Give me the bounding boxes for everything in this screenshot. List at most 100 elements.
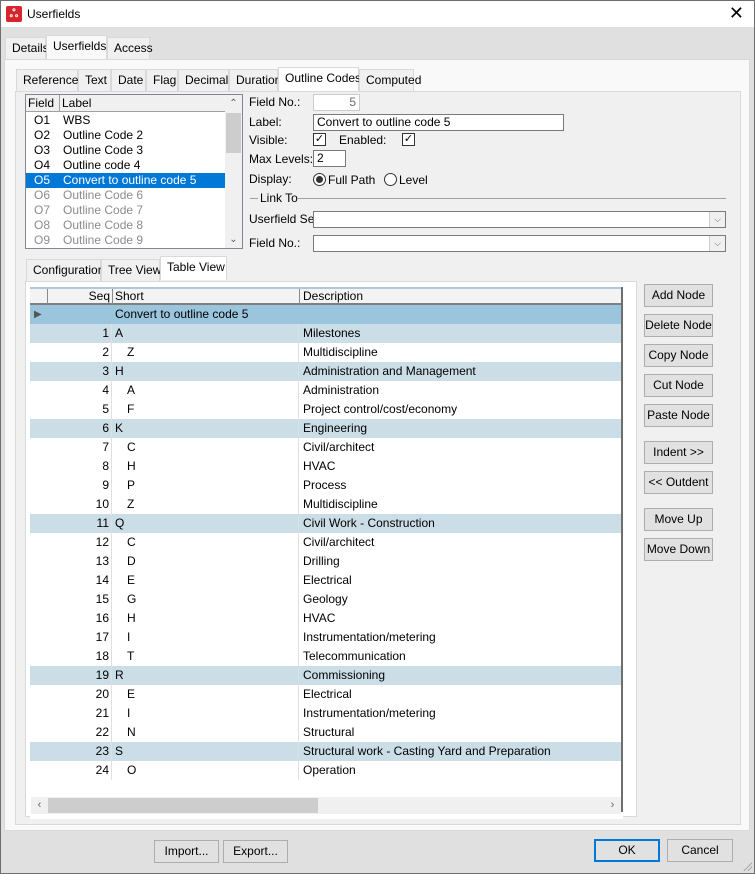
- table-row[interactable]: 13 D Drilling: [30, 552, 623, 571]
- field-list-item[interactable]: O6 Outline Code 6: [26, 188, 226, 203]
- enabled-checkbox[interactable]: ✓: [402, 133, 415, 146]
- tab-details[interactable]: Details: [5, 37, 49, 59]
- table-row[interactable]: 24 O Operation: [30, 761, 623, 780]
- tab-table-view[interactable]: Table View: [160, 256, 227, 280]
- tab-outline-codes[interactable]: Outline Codes: [278, 67, 361, 91]
- move-down-button[interactable]: Move Down: [644, 538, 713, 561]
- root-row[interactable]: ▶ Convert to outline code 5: [30, 305, 623, 324]
- table-row[interactable]: 18 T Telecommunication: [30, 647, 623, 666]
- outdent-button[interactable]: << Outdent: [644, 471, 713, 494]
- enabled-label: Enabled:: [339, 133, 387, 147]
- tab-userfields[interactable]: Userfields: [46, 35, 107, 59]
- tab-computed[interactable]: Computed: [359, 69, 421, 91]
- table-row[interactable]: 19 R Commissioning: [30, 666, 623, 685]
- scroll-thumb[interactable]: [226, 113, 241, 153]
- seq-cell: 21: [30, 704, 112, 723]
- short-cell: E: [113, 571, 299, 590]
- field-list-item[interactable]: O7 Outline Code 7: [26, 203, 226, 218]
- table-horizontal-scrollbar[interactable]: ‹ ›: [31, 797, 621, 814]
- cancel-button[interactable]: Cancel: [667, 839, 733, 862]
- field-list-item[interactable]: O2 Outline Code 2: [26, 128, 226, 143]
- short-cell: H: [113, 457, 299, 476]
- scroll-right-icon[interactable]: ›: [604, 797, 621, 814]
- field-column-header[interactable]: Field: [26, 95, 60, 112]
- tab-reference[interactable]: Reference: [16, 69, 78, 91]
- tab-decimal[interactable]: Decimal: [178, 69, 229, 91]
- scroll-thumb[interactable]: [48, 798, 318, 813]
- add-node-button[interactable]: Add Node: [644, 284, 713, 307]
- table-row[interactable]: 7 C Civil/architect: [30, 438, 623, 457]
- chevron-down-icon[interactable]: ⌵: [709, 212, 725, 227]
- table-row[interactable]: 15 G Geology: [30, 590, 623, 609]
- table-row[interactable]: 20 E Electrical: [30, 685, 623, 704]
- tab-flag[interactable]: Flag: [146, 69, 178, 91]
- field-list-item[interactable]: O4 Outline code 4: [26, 158, 226, 173]
- field-list-item[interactable]: O9 Outline Code 9: [26, 233, 226, 248]
- table-row[interactable]: 23 S Structural work - Casting Yard and Pr…: [30, 742, 623, 761]
- field-list[interactable]: Field Label O1 WBS O2 Outline Code 2 O3 Outli…: [25, 94, 243, 249]
- tab-duration[interactable]: Duration: [229, 69, 281, 91]
- paste-node-button[interactable]: Paste Node: [644, 404, 713, 427]
- copy-node-button[interactable]: Copy Node: [644, 344, 713, 367]
- close-icon[interactable]: ✕: [729, 4, 744, 22]
- indent-button[interactable]: Indent >>: [644, 441, 713, 464]
- cut-node-button[interactable]: Cut Node: [644, 374, 713, 397]
- table-row[interactable]: 22 N Structural: [30, 723, 623, 742]
- tab-text[interactable]: Text: [78, 69, 111, 91]
- seq-cell: 23: [30, 742, 112, 761]
- table-row[interactable]: 4 A Administration: [30, 381, 623, 400]
- display-level-radio[interactable]: [384, 173, 397, 186]
- seq-cell: 24: [30, 761, 112, 780]
- ok-button[interactable]: OK: [594, 839, 660, 862]
- table-row[interactable]: 3 H Administration and Management: [30, 362, 623, 381]
- resize-grip-icon[interactable]: [742, 861, 752, 871]
- import-button[interactable]: Import...: [154, 840, 219, 863]
- table-row[interactable]: 9 P Process: [30, 476, 623, 495]
- label-input[interactable]: Convert to outline code 5: [313, 114, 564, 131]
- table-row[interactable]: 8 H HVAC: [30, 457, 623, 476]
- delete-node-button[interactable]: Delete Node: [644, 314, 713, 337]
- seq-column-header[interactable]: Seq: [48, 289, 113, 304]
- field-list-item[interactable]: O1 WBS: [26, 113, 226, 128]
- move-up-button[interactable]: Move Up: [644, 508, 713, 531]
- table-row[interactable]: 21 I Instrumentation/metering: [30, 704, 623, 723]
- tab-tree-view[interactable]: Tree View: [101, 259, 161, 281]
- display-full-path-radio[interactable]: [313, 173, 326, 186]
- tab-configuration[interactable]: Configuration: [26, 259, 104, 281]
- link-to-group-label: Link To: [260, 191, 298, 205]
- description-column-header[interactable]: Description: [300, 289, 623, 304]
- root-label: Convert to outline code 5: [115, 307, 249, 321]
- tab-date[interactable]: Date: [111, 69, 146, 91]
- short-column-header[interactable]: Short: [113, 289, 300, 304]
- scroll-up-icon[interactable]: ⌃: [225, 95, 242, 112]
- field-list-item[interactable]: O3 Outline Code 3: [26, 143, 226, 158]
- export-button[interactable]: Export...: [223, 840, 288, 863]
- table-row[interactable]: 2 Z Multidiscipline: [30, 343, 623, 362]
- max-levels-input[interactable]: 2: [313, 150, 346, 167]
- field-list-item[interactable]: O8 Outline Code 8: [26, 218, 226, 233]
- field-list-item[interactable]: O5 Convert to outline code 5: [26, 173, 226, 188]
- userfield-set-dropdown[interactable]: ⌵: [313, 211, 726, 228]
- visible-checkbox[interactable]: ✓: [313, 133, 326, 146]
- field-code: O4: [34, 158, 51, 172]
- field-code: O5: [34, 173, 51, 187]
- table-row[interactable]: 17 I Instrumentation/metering: [30, 628, 623, 647]
- seq-cell: 20: [30, 685, 112, 704]
- table-row[interactable]: 5 F Project control/cost/economy: [30, 400, 623, 419]
- field-list-scrollbar[interactable]: ⌃ ⌄: [225, 95, 242, 248]
- table-row[interactable]: 10 Z Multidiscipline: [30, 495, 623, 514]
- table-row[interactable]: 1 A Milestones: [30, 324, 623, 343]
- scroll-down-icon[interactable]: ⌄: [225, 231, 242, 248]
- chevron-down-icon[interactable]: ⌵: [709, 236, 725, 251]
- scroll-left-icon[interactable]: ‹: [31, 797, 48, 814]
- table-row[interactable]: 16 H HVAC: [30, 609, 623, 628]
- label-column-header[interactable]: Label: [60, 95, 226, 112]
- tab-access[interactable]: Access: [107, 37, 153, 59]
- table-row[interactable]: 11 Q Civil Work - Construction: [30, 514, 623, 533]
- table-row[interactable]: 12 C Civil/architect: [30, 533, 623, 552]
- table-header: Seq Short Description: [30, 287, 623, 305]
- link-field-no-dropdown[interactable]: ⌵: [313, 235, 726, 252]
- table-row[interactable]: 14 E Electrical: [30, 571, 623, 590]
- table-row[interactable]: 6 K Engineering: [30, 419, 623, 438]
- field-code: O6: [34, 188, 51, 202]
